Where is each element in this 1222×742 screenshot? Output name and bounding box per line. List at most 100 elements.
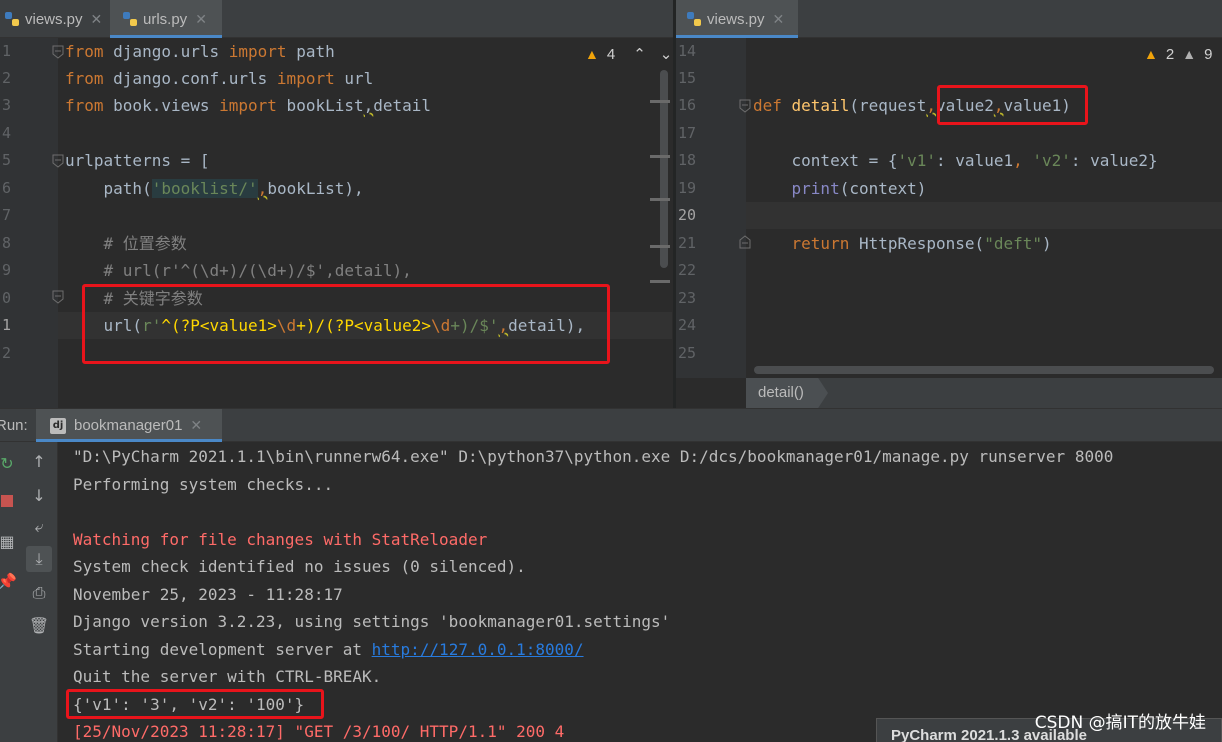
line-number-current: 20 [678, 206, 697, 224]
arrow-up-icon[interactable]: ↑ [26, 448, 52, 474]
fold-icon[interactable] [739, 235, 751, 249]
tab-views-py-right[interactable]: views.py ✕ [676, 0, 798, 38]
code-line: context = {'v1': value1, 'v2': value2} [753, 151, 1158, 170]
fold-icon[interactable] [739, 99, 751, 113]
line-number: 16 [678, 96, 697, 114]
highlight-box-url [82, 284, 610, 364]
close-icon[interactable]: ✕ [91, 11, 103, 28]
line-number: 4 [2, 124, 12, 142]
weak-warning-icon: ▲ [1182, 46, 1197, 62]
console-line: System check identified no issues (0 sil… [73, 557, 526, 576]
fold-icon[interactable] [52, 154, 64, 168]
console-line: Quit the server with CTRL-BREAK. [73, 667, 382, 686]
highlight-box-output [66, 689, 324, 719]
tab-label: views.py [25, 10, 83, 28]
scroll-marker [650, 280, 670, 283]
line-number: 1 [2, 42, 12, 60]
run-toolbar: Run: dj bookmanager01 ✕ [0, 408, 1222, 442]
code-line: path('booklist/',bookList), [65, 179, 364, 198]
tab-views-py-left[interactable]: views.py ✕ [0, 0, 110, 38]
pin-icon[interactable]: 📌 [0, 568, 20, 594]
console-line: November 25, 2023 - 11:28:17 [73, 585, 343, 604]
python-file-icon [687, 12, 701, 26]
close-icon[interactable]: ✕ [773, 11, 785, 28]
scroll-marker [650, 245, 670, 248]
breadcrumb: detail() [746, 378, 1222, 408]
console-toolbar: ↑ ↓ ⤶ ⤓ ⎙ 🗑 [18, 442, 58, 742]
line-number: 3 [2, 96, 12, 114]
scroll-to-end-icon[interactable]: ⤓ [26, 546, 52, 572]
code-line: from django.urls import path [65, 42, 335, 61]
fold-icon[interactable] [52, 45, 64, 59]
code-comment: # 位置参数 [65, 234, 187, 253]
close-icon[interactable]: ✕ [195, 11, 207, 28]
line-number-current: 1 [2, 316, 12, 334]
tab-urls-py[interactable]: urls.py ✕ [110, 0, 222, 38]
python-file-icon [5, 12, 19, 26]
scroll-marker [650, 100, 670, 103]
line-number: 21 [678, 234, 697, 252]
code-line: from book.views import bookList,detail [65, 96, 432, 115]
console-line: Starting development server at http://12… [73, 640, 584, 659]
horizontal-scrollbar[interactable] [754, 366, 1214, 374]
current-line-highlight [746, 202, 1222, 229]
print-icon[interactable]: ⎙ [26, 580, 52, 606]
console-line: Django version 3.2.23, using settings 'b… [73, 612, 671, 631]
line-number: 2 [2, 69, 12, 87]
chevron-down-icon[interactable]: ⌄ [660, 45, 673, 63]
line-number: 18 [678, 151, 697, 169]
console-line-stderr: Watching for file changes with StatReloa… [73, 530, 488, 549]
line-number: 8 [2, 234, 12, 252]
stop-icon[interactable] [0, 488, 20, 514]
rerun-icon[interactable]: ↻ [0, 450, 20, 476]
line-number: 9 [2, 261, 12, 279]
run-tab-bookmanager01[interactable]: dj bookmanager01 ✕ [36, 409, 222, 442]
scroll-marker [650, 155, 670, 158]
warning-icon: ▲ [1144, 46, 1158, 62]
scroll-marker [650, 198, 670, 201]
watermark: CSDN @搞IT的放牛娃 [1034, 713, 1206, 733]
chevron-up-icon[interactable]: ⌃ [633, 45, 646, 63]
soft-wrap-icon[interactable]: ⤶ [26, 514, 52, 540]
run-label: Run: [0, 417, 28, 434]
code-comment: # url(r'^(\d+)/(\d+)/$',detail), [65, 261, 412, 280]
layout-icon[interactable]: ▦ [0, 528, 20, 554]
console-line-stderr: [25/Nov/2023 11:28:17] "GET /3/100/ HTTP… [73, 722, 565, 741]
left-tab-bar: views.py ✕ urls.py ✕ [0, 0, 673, 38]
breadcrumb-item[interactable]: detail() [746, 378, 828, 408]
line-number: 2 [2, 344, 12, 362]
server-link[interactable]: http://127.0.0.1:8000/ [372, 640, 584, 659]
line-number: 17 [678, 124, 697, 142]
close-icon[interactable]: ✕ [190, 417, 202, 434]
code-line: return HttpResponse("deft") [791, 234, 1052, 253]
console-line: Performing system checks... [73, 475, 334, 494]
inspection-widget[interactable]: ▲2 ▲9 ⌃ [1144, 45, 1222, 64]
line-number: 0 [2, 289, 12, 307]
line-number: 23 [678, 289, 697, 307]
line-number: 19 [678, 179, 697, 197]
code-line: urlpatterns = [ [65, 151, 210, 170]
python-file-icon [123, 12, 137, 26]
tab-label: views.py [707, 10, 765, 28]
arrow-down-icon[interactable]: ↓ [26, 482, 52, 508]
line-number: 25 [678, 344, 697, 362]
right-tab-bar: views.py ✕ [676, 0, 1222, 38]
line-number: 24 [678, 316, 697, 334]
tab-label: urls.py [143, 10, 188, 28]
run-left-toolbar: ↻ ▦ 📌 [0, 442, 18, 742]
django-icon: dj [50, 417, 66, 434]
run-tab-label: bookmanager01 [74, 417, 183, 434]
inspection-widget[interactable]: ▲ 4 ⌃ ⌄ [585, 45, 673, 64]
line-number: 6 [2, 179, 12, 197]
line-number: 7 [2, 206, 12, 224]
line-number: 15 [678, 69, 697, 87]
warning-icon: ▲ [585, 46, 599, 62]
code-line: from django.conf.urls import url [65, 69, 374, 88]
console-line: "D:\PyCharm 2021.1.1\bin\runnerw64.exe" … [73, 447, 1114, 466]
fold-icon[interactable] [52, 290, 64, 304]
trash-icon[interactable]: 🗑 [26, 612, 52, 638]
code-line: print(context) [791, 179, 927, 198]
line-number: 22 [678, 261, 697, 279]
line-number: 14 [678, 42, 697, 60]
line-number: 5 [2, 151, 12, 169]
